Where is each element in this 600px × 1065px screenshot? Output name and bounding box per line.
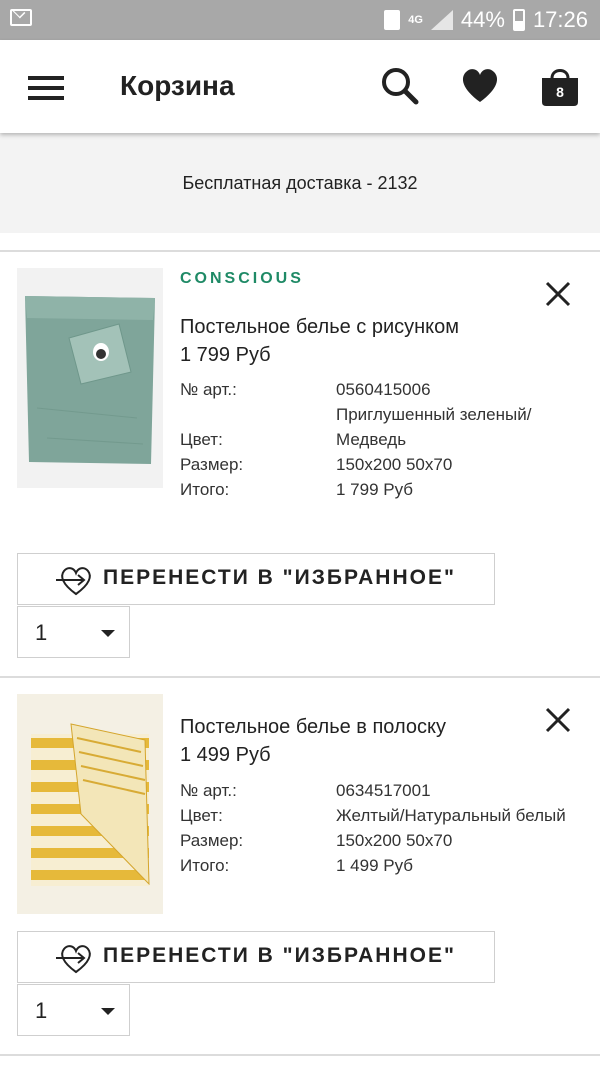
conscious-tag: CONSCIOUS bbox=[180, 270, 304, 287]
product-image[interactable] bbox=[17, 694, 163, 914]
sim-icon bbox=[384, 10, 401, 30]
free-delivery-banner: Бесплатная доставка - 2132 bbox=[0, 133, 600, 233]
bag-icon[interactable]: 8 bbox=[538, 64, 582, 108]
network-type: 4G bbox=[408, 14, 423, 26]
page-title: Корзина bbox=[120, 70, 235, 101]
size-label: Размер: bbox=[180, 831, 244, 850]
status-indicators: 4G 44% 17:26 bbox=[384, 6, 588, 34]
item-name[interactable]: Постельное белье с рисунком bbox=[180, 316, 459, 339]
size-label: Размер: bbox=[180, 455, 244, 474]
quantity-value: 1 bbox=[35, 998, 48, 1023]
search-icon[interactable] bbox=[378, 64, 422, 108]
total-value: 1 499 Руб bbox=[336, 856, 414, 875]
clock: 17:26 bbox=[532, 7, 588, 32]
divider bbox=[0, 676, 600, 678]
move-to-favorites-button[interactable]: ПЕРЕНЕСТИ В "ИЗБРАННОЕ" bbox=[17, 931, 495, 983]
menu-icon[interactable] bbox=[28, 76, 64, 100]
quantity-select[interactable]: 1 bbox=[17, 984, 130, 1036]
remove-item-button[interactable] bbox=[540, 276, 576, 312]
bag-count-badge: 8 bbox=[556, 84, 564, 100]
art-label: № арт.: bbox=[180, 781, 237, 800]
size-value: 150x200 50x70 bbox=[336, 455, 453, 474]
color-value-line2: Медведь bbox=[336, 430, 407, 449]
item-price: 1 499 Руб bbox=[180, 744, 271, 766]
color-label: Цвет: bbox=[180, 806, 223, 825]
mail-icon bbox=[10, 9, 32, 26]
total-label: Итого: bbox=[180, 856, 230, 875]
heart-icon[interactable] bbox=[458, 64, 502, 108]
item-name[interactable]: Постельное белье в полоску bbox=[180, 716, 446, 739]
item-price: 1 799 Руб bbox=[180, 344, 271, 366]
color-value-line1: Приглушенный зеленый/ bbox=[336, 405, 532, 424]
divider bbox=[0, 250, 600, 252]
move-to-favorites-label: ПЕРЕНЕСТИ В "ИЗБРАННОЕ" bbox=[103, 944, 456, 967]
signal-icon bbox=[430, 10, 453, 30]
heart-arrow-icon bbox=[56, 567, 91, 596]
app-bar: Корзина 8 bbox=[0, 40, 600, 133]
quantity-value: 1 bbox=[35, 620, 48, 645]
move-to-favorites-label: ПЕРЕНЕСТИ В "ИЗБРАННОЕ" bbox=[103, 566, 456, 589]
total-label: Итого: bbox=[180, 480, 230, 499]
quantity-select[interactable]: 1 bbox=[17, 606, 130, 658]
chevron-down-icon bbox=[101, 1008, 115, 1015]
divider bbox=[0, 1054, 600, 1056]
size-value: 150x200 50x70 bbox=[336, 831, 453, 850]
status-bar: 4G 44% 17:26 bbox=[0, 0, 600, 40]
free-delivery-text: Бесплатная доставка - 2132 bbox=[182, 173, 418, 193]
battery-icon bbox=[512, 9, 525, 31]
heart-arrow-icon bbox=[56, 945, 91, 974]
art-label: № арт.: bbox=[180, 380, 237, 399]
art-value: 0634517001 bbox=[336, 781, 431, 800]
move-to-favorites-button[interactable]: ПЕРЕНЕСТИ В "ИЗБРАННОЕ" bbox=[17, 553, 495, 605]
color-value: Желтый/Натуральный белый bbox=[336, 806, 566, 825]
color-label: Цвет: bbox=[180, 430, 223, 449]
total-value: 1 799 Руб bbox=[336, 480, 414, 499]
remove-item-button[interactable] bbox=[540, 702, 576, 738]
chevron-down-icon bbox=[101, 630, 115, 637]
battery-percent: 44% bbox=[460, 7, 505, 32]
art-value: 0560415006 bbox=[336, 380, 431, 399]
product-image[interactable] bbox=[17, 268, 163, 488]
